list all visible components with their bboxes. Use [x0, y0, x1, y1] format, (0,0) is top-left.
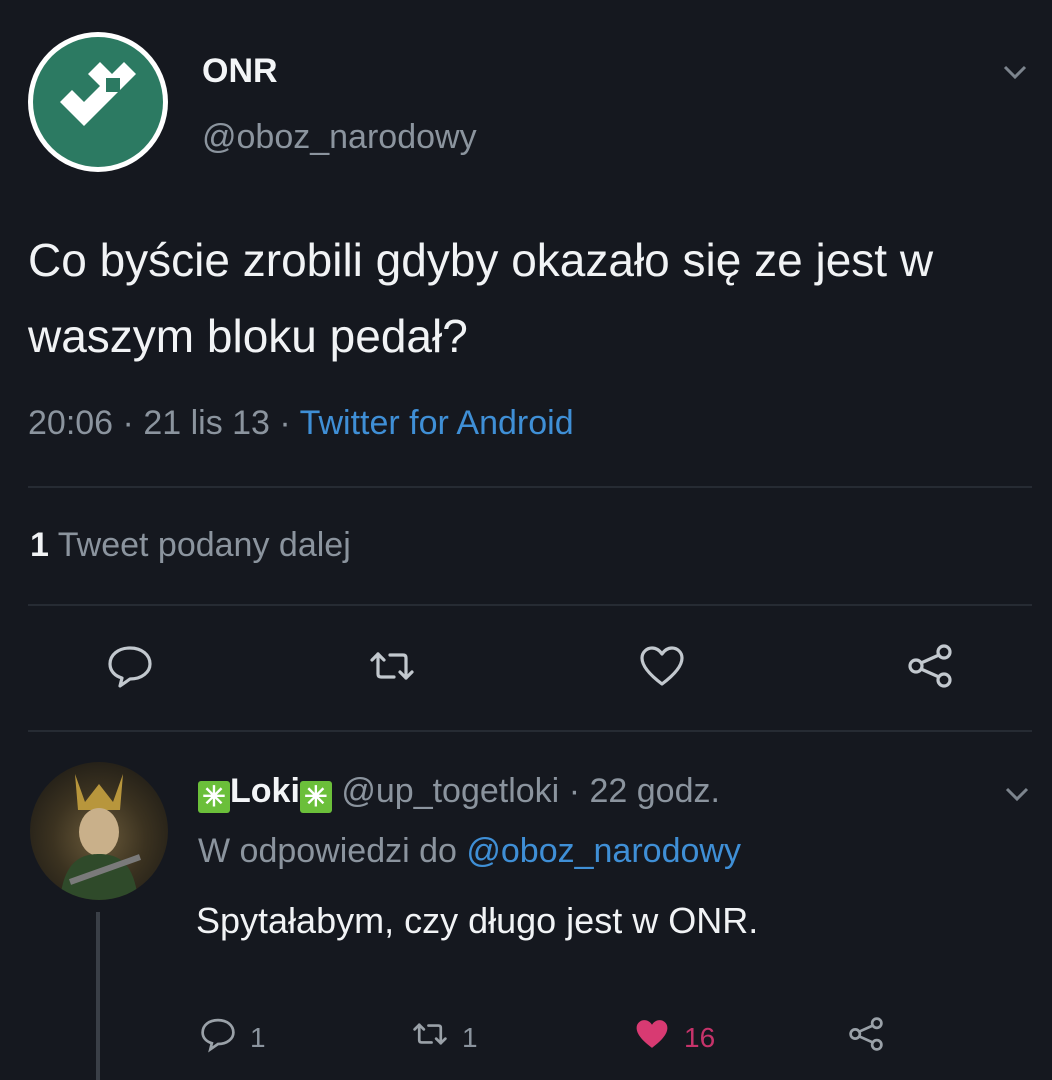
meta-separator: · [122, 404, 134, 442]
reply-author-name[interactable]: Loki [230, 772, 300, 810]
divider [28, 730, 1032, 732]
retweet-icon [410, 1014, 450, 1061]
reply-to-mention[interactable]: @oboz_narodowy [466, 832, 741, 870]
reply-icon [198, 1014, 238, 1061]
tweet-meta: 20:06 · 21 lis 13 · Twitter for Android [28, 404, 574, 443]
onr-logo-icon [33, 37, 163, 167]
reply-action[interactable]: 1 [198, 1014, 266, 1061]
retweet-icon[interactable] [366, 640, 418, 692]
like-action[interactable]: 16 [632, 1014, 715, 1061]
chevron-down-icon[interactable] [1002, 782, 1032, 806]
divider [28, 604, 1032, 606]
share-icon [846, 1014, 886, 1061]
reply-to-line: W odpowiedzi do @oboz_narodowy [198, 832, 741, 871]
like-icon[interactable] [636, 640, 688, 692]
retweet-label: Tweet podany dalej [57, 526, 351, 564]
thread-line [96, 912, 100, 1080]
chevron-down-icon[interactable] [1000, 60, 1030, 84]
tweet-source-link[interactable]: Twitter for Android [300, 404, 574, 442]
share-icon[interactable] [904, 640, 956, 692]
reply-icon[interactable] [104, 640, 156, 692]
reply-author-handle[interactable]: @up_togetloki [341, 772, 559, 810]
like-count: 16 [684, 1021, 716, 1053]
reply-text: Spytałabym, czy długo jest w ONR. [196, 900, 759, 941]
reply-count: 1 [250, 1021, 266, 1053]
retweet-stats[interactable]: 1 Tweet podany dalej [30, 526, 351, 565]
reply-header: ✳ Loki ✳ @up_togetloki · 22 godz. [198, 772, 720, 813]
sparkle-icon: ✳ [198, 781, 230, 813]
tweet-text: Co byście zrobili gdyby okazało się ze j… [28, 234, 934, 362]
meta-separator: · [568, 772, 581, 810]
sparkle-icon: ✳ [299, 781, 332, 813]
retweet-action[interactable]: 1 [410, 1014, 478, 1061]
retweet-count: 1 [30, 526, 49, 564]
reply-to-label: W odpowiedzi do [198, 832, 457, 870]
reply-age: 22 godz. [589, 772, 720, 810]
author-name[interactable]: ONR [202, 52, 278, 91]
retweet-count: 1 [462, 1021, 478, 1053]
tweet-time: 20:06 [28, 404, 114, 442]
share-action[interactable] [846, 1014, 886, 1061]
reply-author-avatar[interactable] [30, 762, 168, 900]
like-icon [632, 1014, 672, 1061]
meta-separator: · [279, 404, 291, 442]
divider [28, 486, 1032, 488]
author-handle[interactable]: @oboz_narodowy [202, 118, 477, 157]
author-avatar[interactable] [28, 32, 168, 172]
tweet-date: 21 lis 13 [143, 404, 270, 442]
